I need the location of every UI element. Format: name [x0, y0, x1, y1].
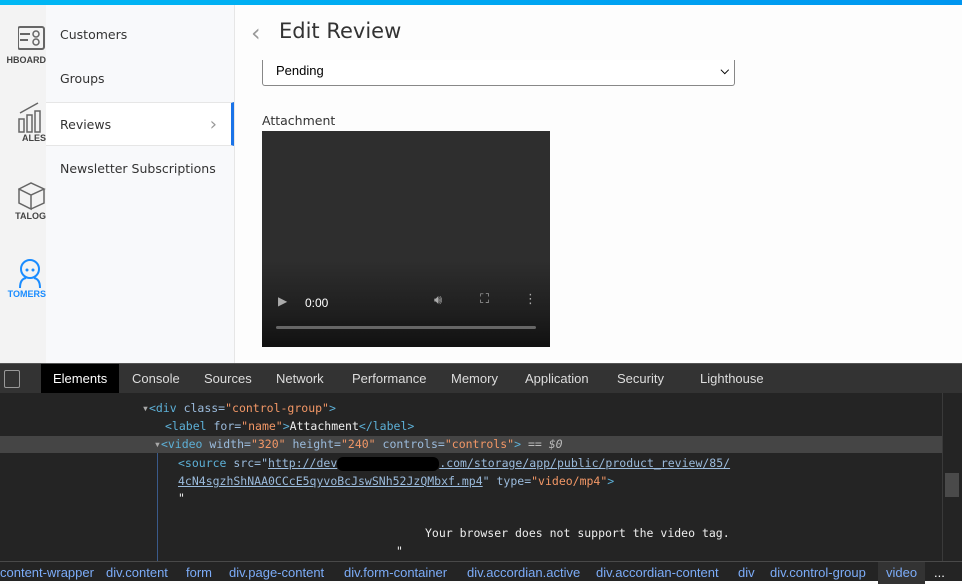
main-content: ‹ Edit Review Pending ⌵ Attachment ▶ 0:00… — [235, 5, 962, 363]
tab-sources[interactable]: Sources — [192, 364, 264, 393]
rail-catalog[interactable]: TALOG — [0, 179, 46, 221]
submenu-item-groups[interactable]: Groups — [46, 57, 234, 101]
text-node-quote-end: " — [396, 544, 403, 558]
rail-label: TALOG — [15, 211, 46, 221]
submenu-item-newsletter[interactable]: Newsletter Subscriptions — [46, 147, 234, 191]
tab-console[interactable]: Console — [120, 364, 192, 393]
rail-label: ALES — [21, 133, 46, 143]
play-icon[interactable]: ▶ — [278, 294, 287, 308]
dashboard-icon — [18, 26, 45, 50]
rail-dashboard[interactable]: HBOARD — [0, 23, 46, 65]
fullscreen-icon[interactable]: ⛶ — [480, 292, 489, 307]
back-chevron-icon[interactable]: ‹ — [251, 19, 261, 47]
tab-lighthouse[interactable]: Lighthouse — [688, 364, 776, 393]
catalog-box-icon — [18, 182, 46, 211]
rail-customers[interactable]: TOMERS — [0, 257, 46, 299]
tab-elements[interactable]: Elements — [41, 364, 120, 393]
more-options-icon[interactable]: ⋮ — [524, 292, 537, 307]
page-title: Edit Review — [279, 19, 402, 43]
icon-rail: HBOARD ALES TALOG TOMERS — [0, 5, 46, 363]
tab-memory[interactable]: Memory — [439, 364, 510, 393]
tab-security[interactable]: Security — [605, 364, 676, 393]
submenu-label: Newsletter Subscriptions — [60, 161, 216, 176]
rail-label: HBOARD — [6, 55, 47, 65]
chevron-right-icon: › — [209, 114, 217, 135]
chevron-down-icon: ⌵ — [720, 65, 729, 77]
node-source-cont[interactable]: 4cN4sgzhShNAA0CCcE5qyvoBcJswSNh52JzQMbxf… — [178, 473, 614, 490]
scrollbar-thumb[interactable] — [945, 473, 959, 497]
submenu-label: Groups — [60, 71, 105, 86]
elements-scrollbar[interactable] — [942, 393, 962, 561]
node-source[interactable]: <source src="http://dev .com/storage/app/… — [178, 455, 730, 472]
node-label[interactable]: <label for="name">Attachment</label> — [165, 418, 414, 435]
tab-network[interactable]: Network — [264, 364, 336, 393]
rail-sales[interactable]: ALES — [0, 101, 46, 143]
rail-label: TOMERS — [7, 289, 46, 299]
attachment-label: Attachment — [262, 113, 336, 128]
text-node-quote: " — [178, 491, 185, 505]
video-player[interactable]: ▶ 0:00 🔊︎ ⛶ ⋮ — [262, 131, 550, 347]
devtools-tabbar: Elements Console Sources Network Perform… — [0, 363, 962, 393]
submenu-item-customers[interactable]: Customers — [46, 13, 234, 57]
video-time: 0:00 — [305, 296, 329, 310]
status-select-value: Pending — [276, 63, 324, 78]
tab-performance[interactable]: Performance — [340, 364, 438, 393]
node-video[interactable]: ▾<video width="320" height="240" control… — [154, 436, 563, 453]
redacted-block — [337, 456, 440, 471]
text-node-fallback: Your browser does not support the video … — [425, 526, 730, 540]
submenu: Customers Groups Reviews › Newsletter Sub… — [46, 5, 235, 363]
device-toggle-icon[interactable] — [4, 370, 20, 388]
submenu-label: Customers — [60, 27, 128, 42]
submenu-item-reviews[interactable]: Reviews › — [46, 102, 234, 146]
status-select[interactable]: Pending ⌵ — [262, 60, 735, 86]
submenu-label: Reviews — [60, 117, 112, 132]
node-div-control-group[interactable]: ▾<div class="control-group"> — [142, 400, 336, 417]
tab-application[interactable]: Application — [513, 364, 601, 393]
video-progress-bar[interactable] — [276, 326, 536, 329]
tree-guide — [157, 453, 158, 561]
dom-breadcrumb: content-wrapper div.content form div.pag… — [0, 561, 962, 584]
elements-tree: ▾<div class="control-group"> <label for=… — [0, 393, 942, 561]
devtools-panel: Elements Console Sources Network Perform… — [0, 363, 962, 584]
sales-chart-icon — [18, 102, 41, 133]
volume-icon[interactable]: 🔊︎ — [434, 293, 442, 308]
customer-avatar-icon — [19, 259, 41, 289]
